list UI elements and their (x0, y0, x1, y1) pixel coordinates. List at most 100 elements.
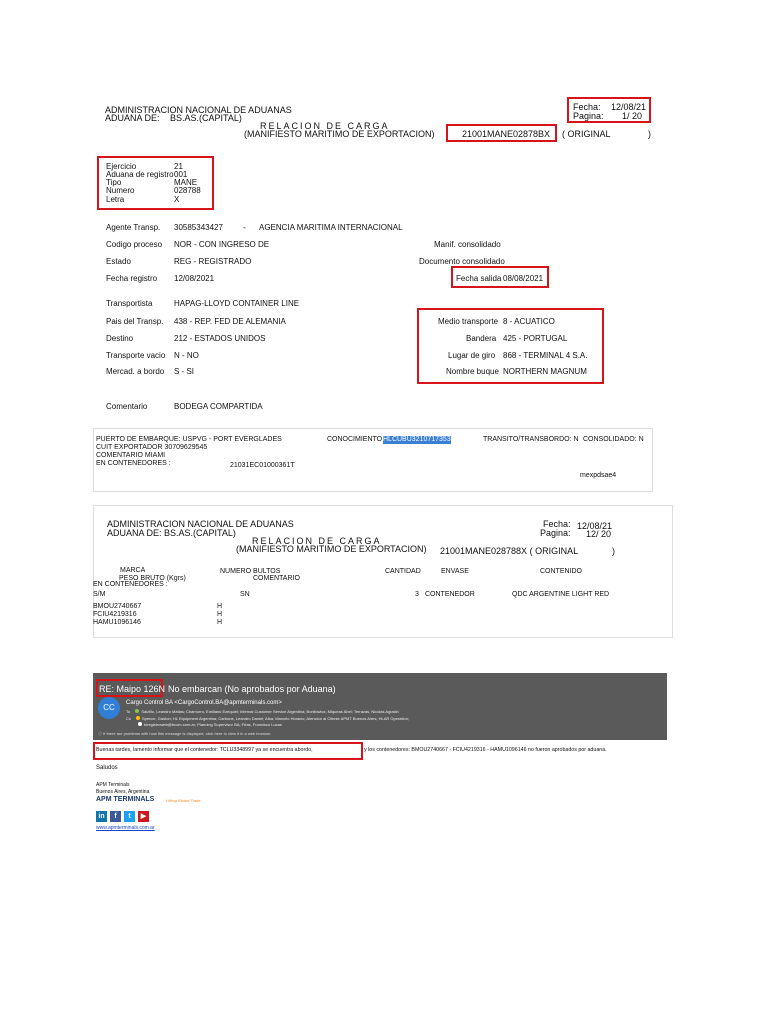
presence-dot-icon (138, 722, 142, 726)
destino-label: Destino (106, 334, 134, 343)
agente-name: AGENCIA MARITIMA INTERNACIONAL (259, 223, 403, 232)
bandera-label: Bandera (466, 334, 497, 343)
sig-city: Buenos Aires, Argentina (96, 789, 150, 795)
doc2-manifest-line: 21001MANE028788X ( ORIGINAL (440, 546, 579, 556)
transito: TRANSITO/TRANSBORDO: N (483, 436, 579, 443)
numero-label: Numero (106, 186, 135, 195)
apm-logo: APM TERMINALS (96, 796, 155, 803)
cc-list-2[interactable]: hlregistroweb@bcom.com.ar; Planning Supe… (144, 722, 282, 727)
facebook-icon[interactable]: f (110, 811, 121, 822)
buque-value: NORTHERN MAGNUM (503, 367, 587, 376)
col-comentario: COMENTARIO (253, 575, 300, 582)
agente-code: 30585343427 (174, 223, 223, 232)
fecha-registro-label: Fecha registro (106, 274, 158, 283)
row-cantidad: 3 (415, 591, 419, 598)
transportista-value: HAPAG-LLOYD CONTAINER LINE (174, 299, 300, 308)
doc2-close-paren: ) (612, 546, 615, 556)
website-link[interactable]: www.apmterminals.com.ar (96, 825, 155, 831)
display-problems[interactable]: ⓘ If there are problems with how this me… (98, 731, 271, 737)
fecha-salida-label: Fecha salida (456, 274, 502, 283)
pagina-value: 1/ 20 (622, 111, 643, 121)
cuit-exportador: CUIT EXPORTADOR 30709629545 (96, 444, 208, 451)
strip-footer: mexpdsae4 (580, 472, 617, 479)
doc2-aduana: ADUANA DE: BS.AS.(CAPITAL) (107, 528, 236, 538)
row-contenido: QDC ARGENTINE LIGHT RED (512, 591, 610, 598)
strip-contenedores: EN CONTENEDORES : (96, 460, 171, 467)
body-boxed: Buenas tardes, lamento informar que el c… (96, 747, 313, 753)
fecha-registro-value: 12/08/2021 (174, 274, 215, 283)
col-marca: MARCA (120, 567, 146, 574)
comentario-label: Comentario (106, 402, 148, 411)
doc2-pagina-label: Pagina: (540, 528, 571, 538)
puerto-embarque: PUERTO DE EMBARQUE: USPVG - PORT EVERGLA… (96, 436, 282, 443)
lugar-value: 868 - TERMINAL 4 S.A. (503, 351, 588, 360)
agente-dash: - (243, 223, 246, 232)
mercad-value: S - SI (174, 367, 195, 376)
subject-boxed: RE: Maipo 126N (99, 684, 166, 694)
strip-cont-value: 21031EC01000361T (230, 462, 295, 469)
row-envase: CONTENEDOR (425, 591, 475, 598)
youtube-icon[interactable]: ▶ (138, 811, 149, 822)
container-flag: H (217, 611, 223, 618)
medio-value: 8 - ACUATICO (503, 317, 555, 326)
comentario-value: BODEGA COMPARTIDA (174, 402, 263, 411)
lugar-label: Lugar de giro (448, 351, 496, 360)
presence-dot-icon (136, 716, 141, 720)
medio-label: Medio transporte (438, 317, 499, 326)
manifest-id: 21001MANE02878BX (462, 129, 551, 139)
container-id: BMOU2740667 (93, 603, 142, 610)
display-problems-text[interactable]: If there are problems with how this mess… (103, 731, 271, 736)
doc2-en-contenedores: EN CONTENEDORES : (93, 581, 168, 588)
estado-label: Estado (106, 257, 131, 266)
cc-list[interactable]: Spence, Gaston; HL Equipment Argentina; … (142, 716, 409, 721)
to-label: To (126, 709, 131, 714)
doc2-pagina-value: 12/ 20 (586, 529, 612, 539)
sender-avatar: CC (98, 697, 120, 719)
twitter-icon[interactable]: t (124, 811, 135, 822)
presence-dot-icon (135, 709, 140, 713)
sender-address[interactable]: Cargo Control BA <CargoControl.BA@apmter… (126, 700, 282, 707)
aduana-value: BS.AS.(CAPITAL) (170, 113, 242, 123)
pais-value: 438 - REP. FED DE ALEMANIA (174, 317, 286, 326)
container-flag: H (217, 603, 223, 610)
container-id: HAMU1096146 (93, 619, 141, 626)
destino-value: 212 - ESTADOS UNIDOS (174, 334, 266, 343)
vacio-label: Transporte vacio (106, 351, 166, 360)
conocimiento-label: CONOCIMIENTO (327, 436, 383, 443)
fecha-salida-value: 08/08/2021 (503, 274, 544, 283)
vacio-value: N - NO (174, 351, 199, 360)
estado-value: REG - REGISTRADO (174, 257, 252, 266)
codigo-value: NOR - CON INGRESO DE (174, 240, 270, 249)
container-flag: H (217, 619, 223, 626)
manif-consolidado: Manif. consolidado (434, 240, 501, 249)
col-envase: ENVASE (441, 568, 469, 575)
sig-company: APM Terminals (96, 782, 130, 788)
apm-tagline: Lifting Global Trade (166, 798, 201, 803)
original-label: ( ORIGINAL (562, 129, 611, 139)
consolidado: CONSOLIDADO: N (583, 436, 644, 443)
manifiesto-subtitle: (MANIFIESTO MARITIMO DE EXPORTACION) (244, 129, 435, 139)
strip-comentario: COMENTARIO MIAMI (96, 452, 166, 459)
conocimiento-value: HLCUBU3210717353 (383, 436, 451, 444)
info-icon: ⓘ (98, 731, 102, 736)
row-marca: S/M (93, 591, 106, 598)
bandera-value: 425 - PORTUGAL (503, 334, 568, 343)
close-paren: ) (648, 129, 651, 139)
container-id: FCIU4219316 (93, 611, 137, 618)
row-bultos: SN (240, 591, 250, 598)
pais-label: Pais del Transp. (106, 317, 164, 326)
linkedin-icon[interactable]: in (96, 811, 107, 822)
saludos: Saludos (96, 765, 118, 771)
col-cantidad: CANTIDAD (385, 568, 421, 575)
transportista-label: Transportista (106, 299, 153, 308)
agente-label: Agente Transp. (106, 223, 161, 232)
doc-consolidado: Documento consolidado (419, 257, 505, 266)
cc-label: Cc (126, 716, 131, 721)
numero-value: 028788 (174, 186, 201, 195)
col-contenido: CONTENIDO (540, 568, 582, 575)
letra-value: X (174, 195, 180, 204)
pagina-label: Pagina: (573, 111, 604, 121)
to-list[interactable]: Salzillo, Leandro Matias; Chamorro, Emil… (141, 709, 398, 714)
letra-label: Letra (106, 195, 125, 204)
to-line: To Salzillo, Leandro Matias; Chamorro, E… (126, 709, 399, 715)
